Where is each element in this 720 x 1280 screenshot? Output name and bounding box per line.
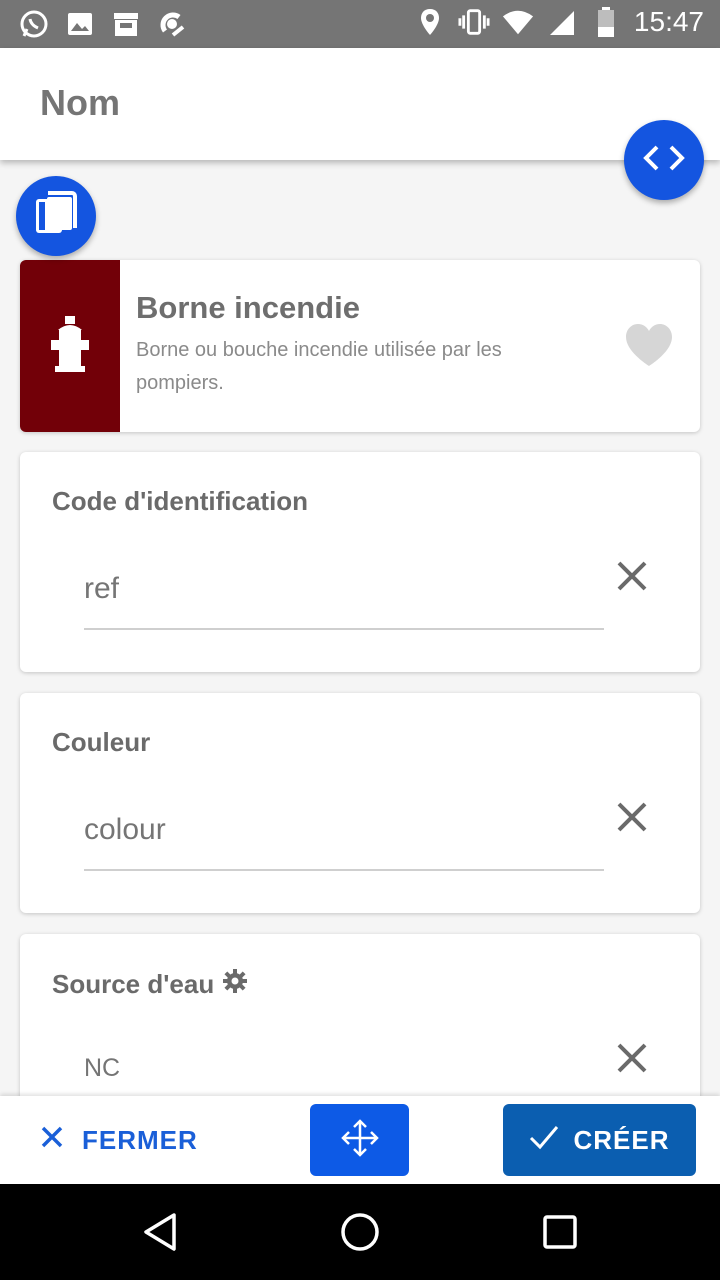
header <box>0 48 720 160</box>
clear-icon[interactable] <box>608 552 656 600</box>
clear-icon[interactable] <box>608 793 656 841</box>
gear-icon[interactable] <box>222 968 248 1001</box>
close-button[interactable]: FERMER <box>40 1116 198 1164</box>
pokemon-icon <box>156 8 188 40</box>
store-icon <box>110 8 142 40</box>
move-button[interactable] <box>310 1104 409 1176</box>
whatsapp-icon <box>18 8 50 40</box>
ref-input[interactable] <box>84 572 604 630</box>
field-label: Couleur <box>52 727 151 757</box>
code-view-button[interactable] <box>624 120 704 200</box>
colour-input[interactable] <box>84 813 604 871</box>
preset-card[interactable]: Borne incendie Borne ou bouche incendie … <box>20 260 700 432</box>
create-label: CRÉER <box>573 1124 670 1155</box>
copy-icon <box>34 190 78 243</box>
location-icon <box>414 6 446 38</box>
water-source-input[interactable] <box>84 1054 604 1096</box>
wifi-icon <box>502 6 534 38</box>
recents-icon[interactable] <box>536 1208 584 1256</box>
clock: 15:47 <box>633 6 704 37</box>
preset-icon-swatch <box>20 260 120 432</box>
field-label: Source d'eau <box>52 968 248 1001</box>
battery-icon <box>590 6 622 38</box>
heart-icon[interactable] <box>624 322 674 373</box>
image-icon <box>64 8 96 40</box>
code-icon <box>640 142 688 179</box>
home-icon[interactable] <box>336 1208 384 1256</box>
signal-icon <box>546 6 578 38</box>
create-button[interactable]: CRÉER <box>503 1104 696 1176</box>
system-nav-bar <box>0 1184 720 1280</box>
status-bar: 15:47 <box>0 0 720 48</box>
move-arrows-icon <box>340 1118 380 1163</box>
vibrate-icon <box>458 6 490 38</box>
field-card-water-source: Source d'eau <box>20 934 700 1096</box>
clear-icon[interactable] <box>608 1034 656 1082</box>
check-icon <box>529 1124 559 1157</box>
back-icon[interactable] <box>136 1208 184 1256</box>
preset-description: Borne ou bouche incendie utilisée par le… <box>136 339 502 394</box>
form-content[interactable]: Borne incendie Borne ou bouche incendie … <box>0 160 720 1096</box>
close-icon <box>40 1125 64 1156</box>
fire-hydrant-icon <box>50 314 90 379</box>
close-label: FERMER <box>82 1124 198 1155</box>
action-bar: FERMER CRÉER <box>0 1096 720 1184</box>
field-card-colour: Couleur <box>20 693 700 913</box>
name-input[interactable] <box>40 82 600 124</box>
field-label: Code d'identification <box>52 486 309 516</box>
preset-title: Borne incendie <box>136 290 360 325</box>
field-card-ref: Code d'identification <box>20 452 700 672</box>
copy-button[interactable] <box>16 176 96 256</box>
